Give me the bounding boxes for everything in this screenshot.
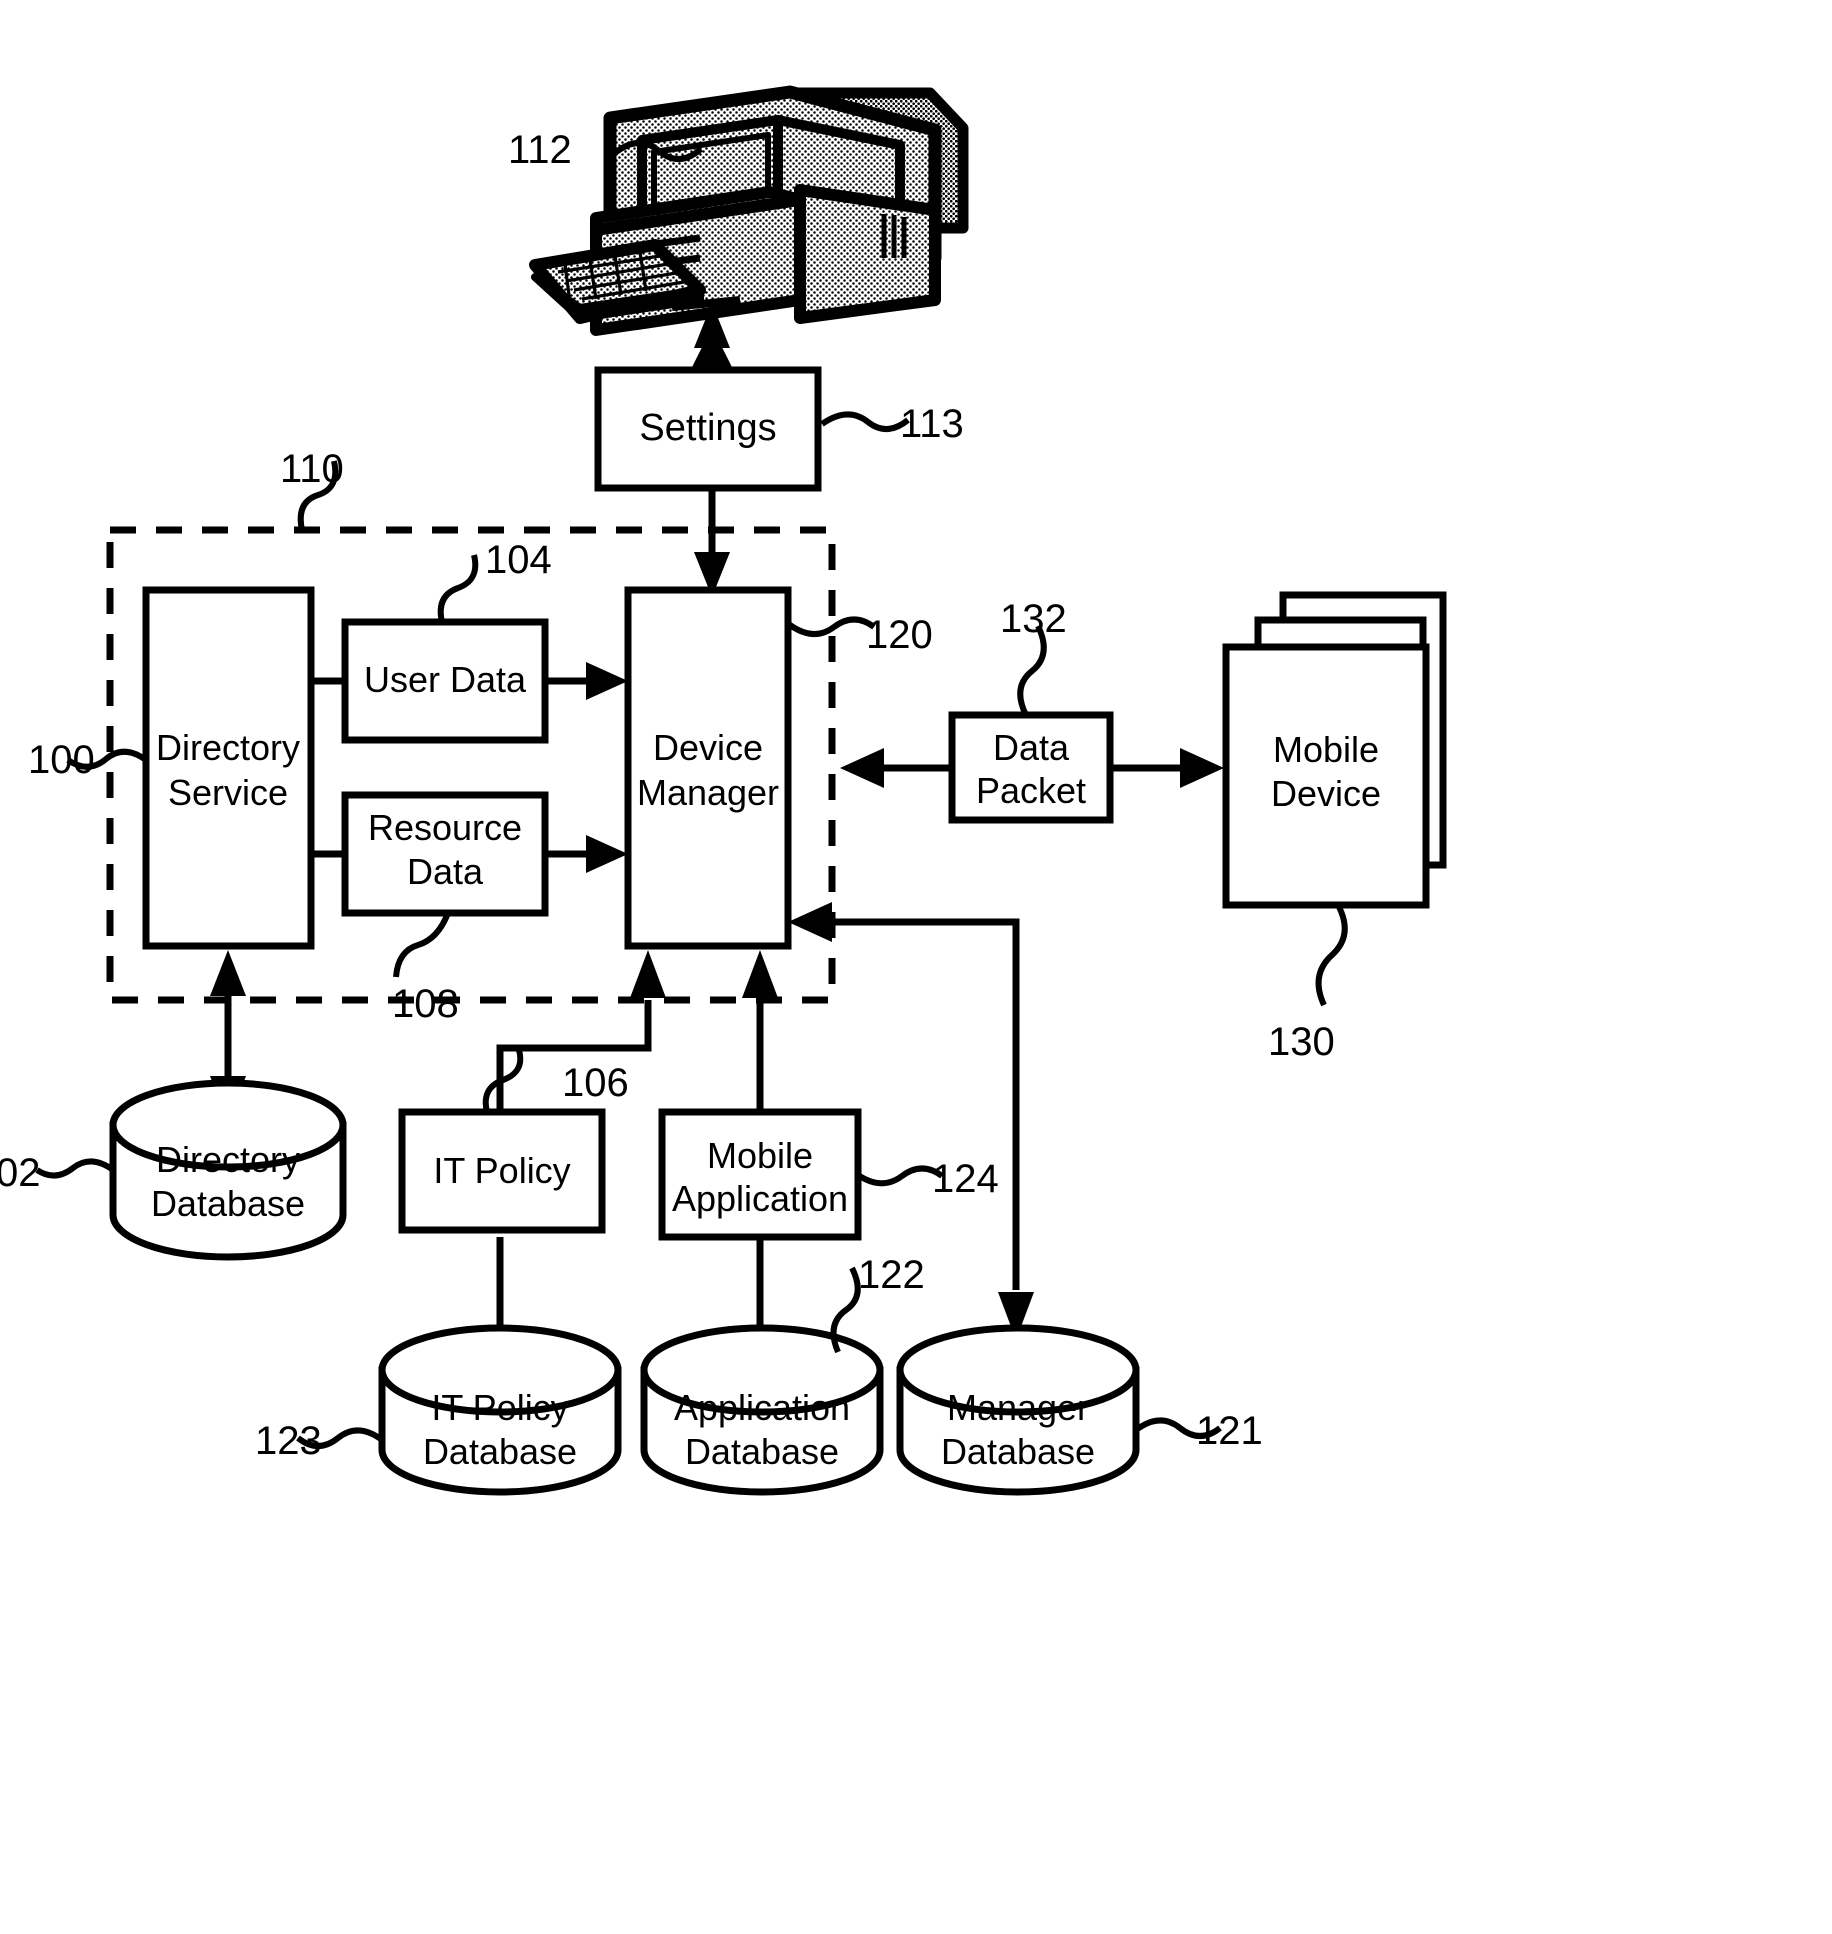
it-policy-box[interactable]: IT Policy bbox=[398, 1108, 606, 1234]
user-data-label: User Data bbox=[364, 659, 527, 700]
ref-113: 113 bbox=[900, 402, 964, 446]
resource-data-label-2: Data bbox=[407, 851, 484, 892]
mobile-application-box[interactable]: Mobile Application bbox=[658, 1108, 862, 1241]
mobile-application-label-1: Mobile bbox=[707, 1135, 813, 1176]
data-packet-box[interactable]: Data Packet bbox=[948, 711, 1114, 824]
ref-132: 132 bbox=[1000, 597, 1067, 641]
directory-database-label-1: Directory bbox=[156, 1139, 300, 1180]
device-manager-label-2: Manager bbox=[637, 772, 779, 813]
leader-108 bbox=[393, 911, 451, 978]
ref-02: 02 bbox=[0, 1151, 41, 1195]
leader-130 bbox=[1315, 903, 1348, 1007]
ref-130: 130 bbox=[1268, 1020, 1335, 1064]
settings-label: Settings bbox=[639, 407, 776, 449]
resource-data-label-1: Resource bbox=[368, 807, 522, 848]
ref-104: 104 bbox=[485, 538, 552, 582]
application-database-cylinder[interactable]: Application Database bbox=[640, 1324, 884, 1496]
workstation-illustration bbox=[529, 85, 969, 336]
leader-104 bbox=[437, 554, 479, 623]
ref-121: 121 bbox=[1196, 1409, 1263, 1453]
ref-123: 123 bbox=[255, 1419, 322, 1463]
manager-database-label-1: Manager bbox=[947, 1387, 1089, 1428]
leader-120 bbox=[788, 616, 876, 637]
ref-124: 124 bbox=[932, 1157, 999, 1201]
settings-box[interactable]: Settings bbox=[594, 366, 822, 492]
resource-data-box[interactable]: Resource Data bbox=[341, 791, 549, 917]
ref-122: 122 bbox=[858, 1253, 925, 1297]
device-manager-box[interactable]: Device Manager bbox=[624, 586, 792, 950]
leader-124 bbox=[856, 1165, 944, 1187]
it-policy-database-label-1: IT Policy bbox=[431, 1387, 568, 1428]
it-policy-label: IT Policy bbox=[433, 1150, 570, 1191]
arrowhead-resource-data-to-dm bbox=[586, 835, 628, 873]
arrowhead-dp-to-mobile bbox=[1180, 748, 1224, 788]
device-manager-label-1: Device bbox=[653, 727, 763, 768]
directory-service-label-2: Service bbox=[168, 772, 288, 813]
ref-110: 110 bbox=[280, 447, 344, 491]
mobile-device-label-2: Device bbox=[1271, 773, 1381, 814]
ref-120: 120 bbox=[866, 613, 933, 657]
manager-database-cylinder[interactable]: Manager Database bbox=[896, 1324, 1140, 1496]
arrowhead-dp-to-dm bbox=[840, 748, 884, 788]
it-policy-database-cylinder[interactable]: IT Policy Database bbox=[378, 1324, 622, 1496]
directory-service-box[interactable]: Directory Service bbox=[142, 586, 315, 950]
ref-106: 106 bbox=[562, 1061, 629, 1105]
figure-canvas: 112 Settings 113 110 Directory Service 1… bbox=[0, 0, 1832, 1934]
directory-database-label-2: Database bbox=[151, 1183, 305, 1224]
arrowhead-it-policy-to-dm bbox=[630, 950, 666, 998]
leader-02 bbox=[35, 1158, 115, 1179]
arrowhead-user-data-to-dm bbox=[586, 662, 628, 700]
ref-108: 108 bbox=[392, 982, 459, 1026]
arrowhead-manager-db-to-dm bbox=[788, 902, 832, 942]
it-policy-database-label-2: Database bbox=[423, 1431, 577, 1472]
data-packet-label-2: Packet bbox=[976, 770, 1086, 811]
system-diagram: 112 Settings 113 110 Directory Service 1… bbox=[0, 85, 1447, 1496]
directory-service-label-1: Directory bbox=[156, 727, 300, 768]
mobile-device-stack[interactable]: Mobile Device bbox=[1222, 591, 1447, 909]
directory-database-cylinder[interactable]: Directory Database bbox=[109, 1079, 347, 1261]
ref-112: 112 bbox=[508, 128, 572, 172]
data-packet-label-1: Data bbox=[993, 727, 1070, 768]
application-database-label-1: Application bbox=[674, 1387, 850, 1428]
arrowhead-mobile-app-to-dm bbox=[742, 950, 778, 998]
user-data-box[interactable]: User Data bbox=[341, 618, 549, 744]
arrowhead-up-directory-db bbox=[210, 950, 246, 996]
application-database-label-2: Database bbox=[685, 1431, 839, 1472]
mobile-application-label-2: Application bbox=[672, 1178, 848, 1219]
mobile-device-label-1: Mobile bbox=[1273, 729, 1379, 770]
leader-113 bbox=[820, 411, 910, 432]
ref-100: 100 bbox=[28, 738, 95, 782]
manager-database-label-2: Database bbox=[941, 1431, 1095, 1472]
